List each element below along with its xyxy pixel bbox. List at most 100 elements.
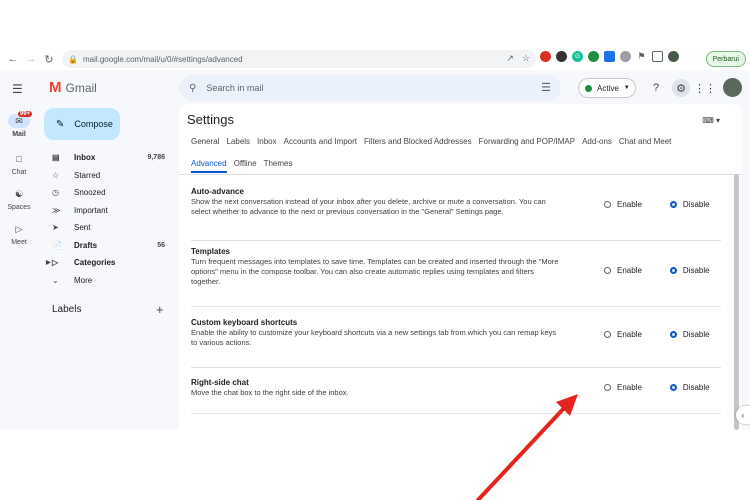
settings-tabs-row-1: General Labels Inbox Accounts and Import…	[191, 137, 671, 146]
extension-green-icon[interactable]	[588, 51, 599, 62]
status-label: Active	[597, 83, 619, 93]
setting-title: Auto-advance	[191, 187, 244, 196]
status-selector[interactable]: Active ▼	[578, 78, 636, 98]
gmail-logo[interactable]: M Gmail	[49, 79, 97, 96]
puzzle-icon[interactable]: ⚑	[636, 51, 647, 62]
page-margin-bottom	[0, 430, 750, 500]
sidebar-item-label: Important	[74, 205, 108, 215]
sidebar-item-more[interactable]: ⌄ More	[44, 272, 170, 290]
labels-heading: Labels	[52, 304, 82, 315]
rail-spaces[interactable]: ☯ Spaces	[0, 187, 38, 212]
sidebar-item-snoozed[interactable]: ◷ Snoozed	[44, 184, 170, 202]
back-icon[interactable]: ←	[4, 50, 22, 68]
setting-options: Enable Disable	[604, 200, 710, 209]
extension-blue-icon[interactable]	[604, 51, 615, 62]
apps-grid-icon[interactable]: ⋮⋮	[694, 79, 716, 97]
extensions-bar: G ⚑	[540, 51, 679, 62]
tab-offline[interactable]: Offline	[234, 159, 257, 168]
tab-chat-and-meet[interactable]: Chat and Meet	[619, 137, 671, 146]
chevron-down-icon: ⌄	[52, 275, 59, 285]
tab-forwarding[interactable]: Forwarding and POP/IMAP	[479, 137, 575, 146]
disable-label[interactable]: Disable	[683, 383, 710, 392]
compose-label: Compose	[74, 119, 113, 129]
keyboard-input-icon[interactable]: ⌨ ▾	[702, 116, 720, 125]
compose-button[interactable]: ✎ Compose	[44, 108, 120, 140]
share-icon[interactable]: ↗	[506, 53, 514, 64]
send-icon: ➤	[52, 223, 59, 233]
drafts-count: 56	[157, 241, 165, 249]
disable-radio[interactable]	[669, 384, 677, 391]
enable-radio[interactable]	[604, 384, 611, 391]
rail-spaces-label: Spaces	[7, 204, 31, 211]
disable-radio[interactable]	[669, 201, 677, 208]
enable-label[interactable]: Enable	[617, 383, 642, 392]
setting-options: Enable Disable	[604, 330, 710, 339]
sidebar-item-label: Drafts	[74, 240, 98, 250]
setting-description: Turn frequent messages into templates to…	[191, 257, 559, 286]
disable-label[interactable]: Disable	[683, 266, 710, 275]
bookmark-star-icon[interactable]: ☆	[522, 53, 530, 64]
disable-radio[interactable]	[669, 331, 677, 338]
tab-general[interactable]: General	[191, 137, 219, 146]
search-options-icon[interactable]: ☰	[541, 81, 551, 94]
video-icon: ▷	[15, 223, 23, 234]
chevron-down-icon: ▼	[623, 85, 630, 91]
expand-caret-icon[interactable]: ▶	[46, 259, 51, 266]
tab-advanced[interactable]: Advanced	[191, 159, 227, 168]
enable-radio[interactable]	[604, 331, 611, 338]
reload-icon[interactable]: ↻	[40, 50, 58, 68]
sidebar-item-sent[interactable]: ➤ Sent	[44, 219, 170, 237]
extension-dark-icon[interactable]	[556, 51, 567, 62]
gmail-app: ☰ M Gmail ✉ 99+ Mail □ Chat ☯ Spaces ▷ M…	[0, 70, 750, 430]
tab-accounts-and-import[interactable]: Accounts and Import	[284, 137, 357, 146]
sidebar-item-label: Categories	[74, 258, 116, 268]
settings-scrollbar[interactable]	[734, 174, 739, 430]
extension-gray-icon[interactable]	[620, 51, 631, 62]
add-label-icon[interactable]: +	[156, 302, 164, 317]
sidebar-item-drafts[interactable]: 📄 Drafts 56	[44, 237, 170, 255]
enable-label[interactable]: Enable	[617, 266, 642, 275]
search-icon[interactable]: ⚲	[189, 83, 196, 94]
clock-icon: ◷	[52, 188, 59, 198]
tab-inbox[interactable]: Inbox	[257, 137, 277, 146]
profile-avatar-icon[interactable]	[668, 51, 679, 62]
search-input[interactable]: Search in mail	[206, 83, 263, 93]
disable-label[interactable]: Disable	[683, 200, 710, 209]
rail-meet[interactable]: ▷ Meet	[0, 222, 38, 247]
search-bar[interactable]: ⚲ Search in mail ☰	[179, 75, 561, 101]
sidebar-item-categories[interactable]: ▶ ▷ Categories	[44, 254, 170, 272]
url-text: mail.google.com/mail/u/0/#settings/advan…	[82, 54, 243, 64]
rail-meet-label: Meet	[11, 239, 27, 246]
tab-filters[interactable]: Filters and Blocked Addresses	[364, 137, 472, 146]
setting-description: Enable the ability to customize your key…	[191, 328, 557, 347]
side-panel-toggle-icon[interactable]: ‹	[736, 406, 750, 424]
disable-radio[interactable]	[669, 267, 677, 274]
sidepanel-icon[interactable]	[652, 51, 663, 62]
help-icon[interactable]: ?	[647, 79, 665, 97]
sidebar-item-important[interactable]: ≫ Important	[44, 202, 170, 220]
rail-chat[interactable]: □ Chat	[0, 152, 38, 176]
enable-label[interactable]: Enable	[617, 330, 642, 339]
update-button[interactable]: Perbarui	[705, 51, 746, 67]
extension-red-icon[interactable]	[540, 51, 551, 62]
disable-label[interactable]: Disable	[683, 330, 710, 339]
tab-labels[interactable]: Labels	[226, 137, 250, 146]
enable-label[interactable]: Enable	[617, 200, 642, 209]
tab-add-ons[interactable]: Add-ons	[582, 137, 612, 146]
app-rail: ✉ 99+ Mail □ Chat ☯ Spaces ▷ Meet	[0, 70, 38, 430]
extension-grammarly-icon[interactable]: G	[572, 51, 583, 62]
inbox-icon: ▤	[52, 153, 60, 163]
enable-radio[interactable]	[604, 201, 611, 208]
settings-gear-icon[interactable]: ⚙	[672, 79, 690, 97]
tab-themes[interactable]: Themes	[264, 159, 293, 168]
address-bar[interactable]: 🔒 mail.google.com/mail/u/0/#settings/adv…	[62, 50, 536, 68]
pencil-icon: ✎	[56, 118, 65, 130]
sidebar-item-label: Sent	[74, 223, 91, 233]
rail-mail-label: Mail	[12, 131, 26, 138]
account-avatar[interactable]	[723, 78, 742, 97]
enable-radio[interactable]	[604, 267, 611, 274]
sidebar-item-starred[interactable]: ☆ Starred	[44, 167, 170, 185]
rail-mail[interactable]: ✉ 99+ Mail	[0, 111, 38, 138]
forward-icon[interactable]: →	[22, 50, 40, 68]
sidebar-item-inbox[interactable]: ▤ Inbox 9,786	[44, 149, 170, 167]
